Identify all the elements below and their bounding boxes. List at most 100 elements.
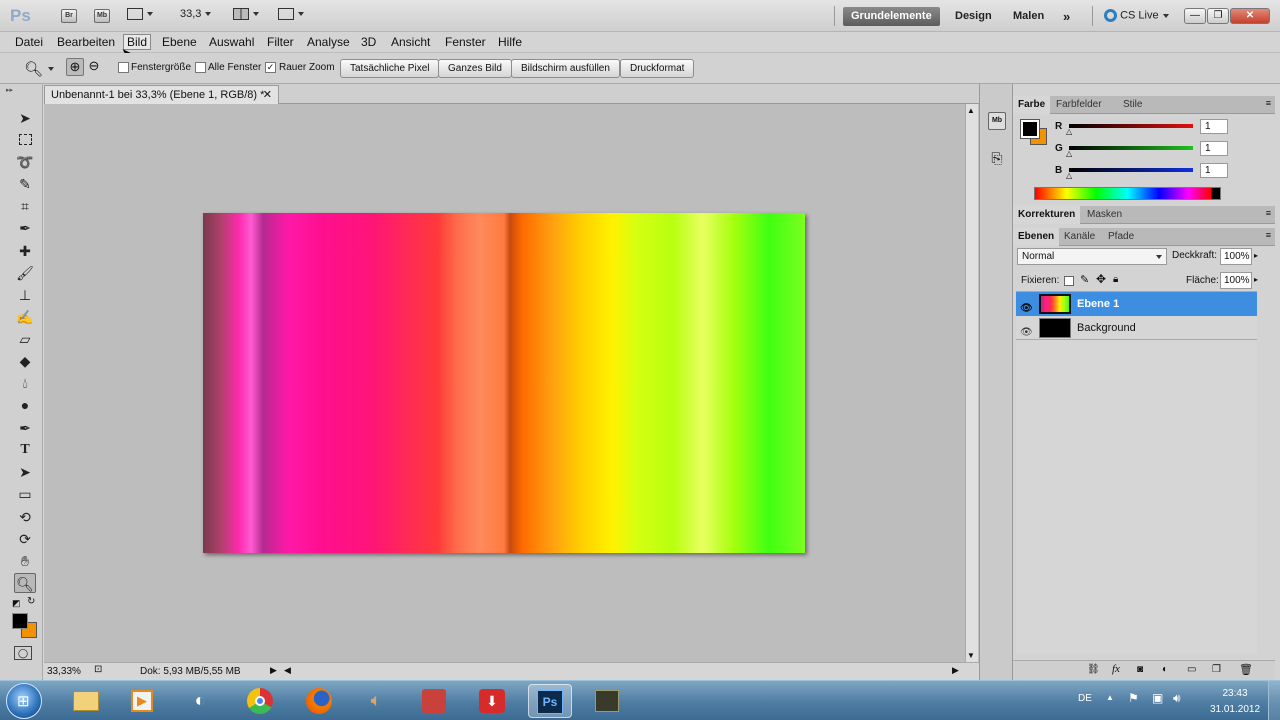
mini-bridge-panel-icon[interactable]: Mb (988, 112, 1006, 130)
audio-taskbar-icon[interactable]: 🔈︎ (354, 684, 398, 718)
screen-recorder-taskbar-icon[interactable]: ◐ (178, 684, 222, 718)
volume-icon[interactable]: 🔊︎ (1173, 691, 1181, 706)
quick-selection-tool-icon[interactable]: ✎ (14, 174, 36, 194)
bridge-button[interactable]: Br (61, 9, 77, 23)
downloader-taskbar-icon[interactable]: ⬇ (470, 684, 514, 718)
chrome-taskbar-icon[interactable] (238, 684, 282, 718)
blend-mode-dropdown[interactable]: Normal (1017, 248, 1167, 265)
scroll-left-icon[interactable]: ◀ (284, 665, 291, 676)
tab-masken[interactable]: Masken (1082, 206, 1127, 224)
fill-input[interactable]: 100% (1220, 272, 1252, 289)
lock-transparency-icon[interactable] (1064, 276, 1074, 286)
panel-menu-icon[interactable]: ≡ (1266, 208, 1271, 218)
menu-ebene[interactable]: Ebene (162, 35, 197, 49)
brush-tool-icon[interactable]: 🖌︎ (14, 263, 36, 283)
panel-menu-icon[interactable]: ≡ (1266, 230, 1271, 240)
menu-hilfe[interactable]: Hilfe (498, 35, 522, 49)
maximize-button[interactable]: ❐ (1207, 8, 1229, 24)
more-workspaces-chevron-icon[interactable]: » (1055, 7, 1078, 26)
input-r[interactable]: 1 (1200, 119, 1228, 134)
photoshop-taskbar-icon[interactable]: Ps (528, 684, 572, 718)
color-spectrum-bar[interactable] (1034, 187, 1221, 200)
scroll-right-icon[interactable]: ▶ (952, 665, 959, 676)
quick-mask-icon[interactable]: ◯ (14, 646, 32, 660)
lock-position-icon[interactable]: ✥ (1096, 272, 1106, 286)
input-b[interactable]: 1 (1200, 163, 1228, 178)
foreground-color-swatch[interactable] (12, 613, 28, 629)
slider-b-handle-icon[interactable]: △ (1066, 171, 1072, 180)
tab-ebenen[interactable]: Ebenen (1013, 228, 1060, 246)
camera-app-taskbar-icon[interactable] (585, 684, 629, 718)
opacity-slider-icon[interactable]: ▸ (1254, 251, 1258, 260)
paint-bucket-tool-icon[interactable]: ◆ (14, 351, 36, 371)
swap-colors-icon[interactable]: ↻ (27, 596, 35, 607)
fill-screen-button[interactable]: Bildschirm ausfüllen (511, 59, 620, 78)
marquee-tool-icon[interactable] (14, 130, 36, 150)
tab-farbfelder[interactable]: Farbfelder (1051, 96, 1107, 114)
scroll-up-icon[interactable]: ▲ (967, 106, 975, 115)
checkbox-alle-fenster[interactable] (195, 62, 206, 73)
clock-time[interactable]: 23:43 (1203, 688, 1267, 699)
default-colors-icon[interactable]: ◩ (12, 598, 21, 609)
color-panel-foreground-swatch[interactable] (1020, 119, 1040, 139)
zoom-status[interactable]: 33,33% (47, 666, 81, 677)
history-brush-tool-icon[interactable]: ✍ (14, 307, 36, 327)
tab-farbe[interactable]: Farbe (1013, 96, 1051, 114)
hand-tool-icon[interactable]: ✋︎ (14, 551, 36, 571)
collapse-toolbox-icon[interactable]: ▸▸ (6, 86, 13, 94)
actual-pixels-button[interactable]: Tatsächliche Pixel (340, 59, 440, 78)
status-menu-icon[interactable]: ▶ (270, 665, 277, 676)
zoom-tool-icon[interactable]: 🔍︎ (14, 573, 36, 593)
slider-r[interactable] (1069, 124, 1193, 128)
show-desktop-button[interactable] (1268, 681, 1280, 720)
print-size-button[interactable]: Druckformat (620, 59, 695, 78)
fit-screen-button[interactable]: Ganzes Bild (438, 59, 512, 78)
lasso-tool-icon[interactable]: ➰ (14, 152, 36, 172)
close-document-icon[interactable]: ✕ (263, 86, 272, 104)
tab-kanaele[interactable]: Kanäle (1059, 228, 1100, 246)
minimize-button[interactable]: — (1184, 8, 1206, 24)
move-tool-icon[interactable]: ➤ (14, 108, 36, 128)
vertical-scrollbar[interactable]: ▲ ▼ (965, 104, 978, 662)
zoom-tool-preset-icon[interactable]: 🔍︎ (24, 60, 43, 78)
zoom-out-icon[interactable]: ⊖ (85, 58, 103, 76)
mini-bridge-button[interactable]: Mb (94, 9, 110, 23)
view-extras-dropdown[interactable] (127, 8, 153, 21)
3d-rotate-tool-icon[interactable]: ⟲ (14, 507, 36, 527)
fill-slider-icon[interactable]: ▸ (1254, 275, 1258, 284)
add-mask-icon[interactable]: ◙ (1137, 664, 1143, 675)
history-panel-icon[interactable]: ⎘ (988, 150, 1006, 168)
status-info-icon[interactable]: ⊡ (94, 664, 102, 675)
video-app-taskbar-icon[interactable] (412, 684, 456, 718)
clone-stamp-tool-icon[interactable]: ⊥ (14, 285, 36, 305)
menu-fenster[interactable]: Fenster (445, 35, 486, 49)
delete-layer-icon[interactable]: 🗑︎ (1239, 663, 1253, 676)
network-icon[interactable]: ▣ (1152, 691, 1163, 705)
media-player-taskbar-icon[interactable]: ▶ (120, 684, 164, 718)
type-tool-icon[interactable]: T (14, 440, 36, 460)
tool-preset-dropdown[interactable] (44, 63, 54, 75)
3d-orbit-tool-icon[interactable]: ⟳ (14, 529, 36, 549)
lock-all-icon[interactable]: 🔒︎ (1113, 274, 1118, 285)
workspace-design[interactable]: Design (947, 7, 1000, 26)
pen-tool-icon[interactable]: ✒ (14, 418, 36, 438)
crop-tool-icon[interactable]: ⌗ (14, 196, 36, 216)
menu-auswahl[interactable]: Auswahl (209, 35, 254, 49)
action-center-flag-icon[interactable]: ⚑ (1128, 691, 1139, 705)
eyedropper-tool-icon[interactable]: ✒ (14, 218, 36, 238)
show-hidden-icons-icon[interactable]: ▲ (1106, 693, 1114, 702)
eraser-tool-icon[interactable]: ▱ (14, 329, 36, 349)
panel-menu-icon[interactable]: ≡ (1266, 98, 1271, 108)
lock-pixels-icon[interactable]: ✎ (1080, 273, 1089, 286)
checkbox-fenstergroesse[interactable] (118, 62, 129, 73)
cs-live-dropdown[interactable]: CS Live (1104, 9, 1169, 22)
menu-analyse[interactable]: Analyse (307, 35, 350, 49)
document-tab[interactable]: Unbenannt-1 bei 33,3% (Ebene 1, RGB/8) *… (44, 85, 279, 104)
input-g[interactable]: 1 (1200, 141, 1228, 156)
tab-korrekturen[interactable]: Korrekturen (1013, 206, 1081, 224)
dodge-tool-icon[interactable]: ● (14, 395, 36, 415)
tab-stile[interactable]: Stile (1118, 96, 1147, 114)
path-selection-tool-icon[interactable]: ➤ (14, 462, 36, 482)
menu-bearbeiten[interactable]: Bearbeiten (57, 35, 115, 49)
layer-row-background[interactable]: 👁︎ Background (1016, 316, 1257, 340)
